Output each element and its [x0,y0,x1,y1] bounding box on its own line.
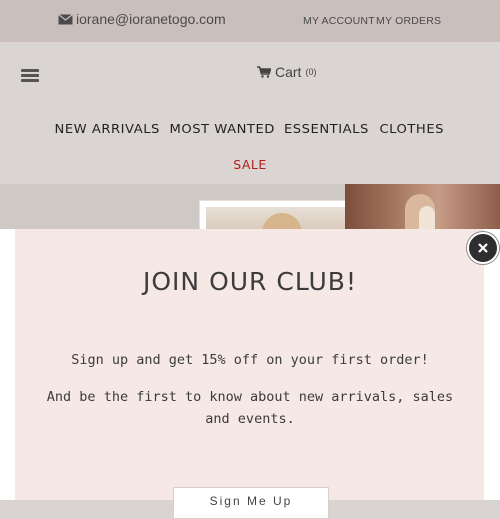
nav-item-new-arrivals[interactable]: NEW ARRIVALS [55,121,160,136]
newsletter-modal: JOIN OUR CLUB! Sign up and get 15% off o… [0,229,500,519]
my-orders-link[interactable]: MY ORDERS [376,15,441,27]
nav-item-essentials[interactable]: ESSENTIALS [284,121,369,136]
cart-icon [257,66,271,78]
my-account-link[interactable]: MY ACCOUNT [303,15,375,27]
modal-info-text: And be the first to know about new arriv… [46,389,454,427]
cart-label: Cart [275,64,302,80]
email-link[interactable]: iorane@ioranetogo.com [58,11,226,27]
close-icon[interactable] [467,232,499,264]
nav-item-most-wanted[interactable]: MOST WANTED [169,121,274,136]
nav-item-sale[interactable]: SALE [0,157,500,172]
main-nav: NEW ARRIVALS MOST WANTED ESSENTIALS CLOT… [0,121,500,136]
email-text: iorane@ioranetogo.com [76,11,226,27]
nav-item-clothes[interactable]: CLOTHES [380,121,445,136]
cart-link[interactable]: Cart (0) [257,64,316,80]
top-bar: iorane@ioranetogo.com MY ACCOUNT MY ORDE… [0,0,500,42]
modal-offer-text: Sign up and get 15% off on your first or… [71,352,429,368]
modal-title: JOIN OUR CLUB! [143,267,357,296]
sign-up-button[interactable]: Sign Me Up [173,487,329,519]
envelope-icon [58,13,73,24]
cart-count: (0) [305,67,317,77]
hamburger-icon[interactable] [21,69,39,82]
